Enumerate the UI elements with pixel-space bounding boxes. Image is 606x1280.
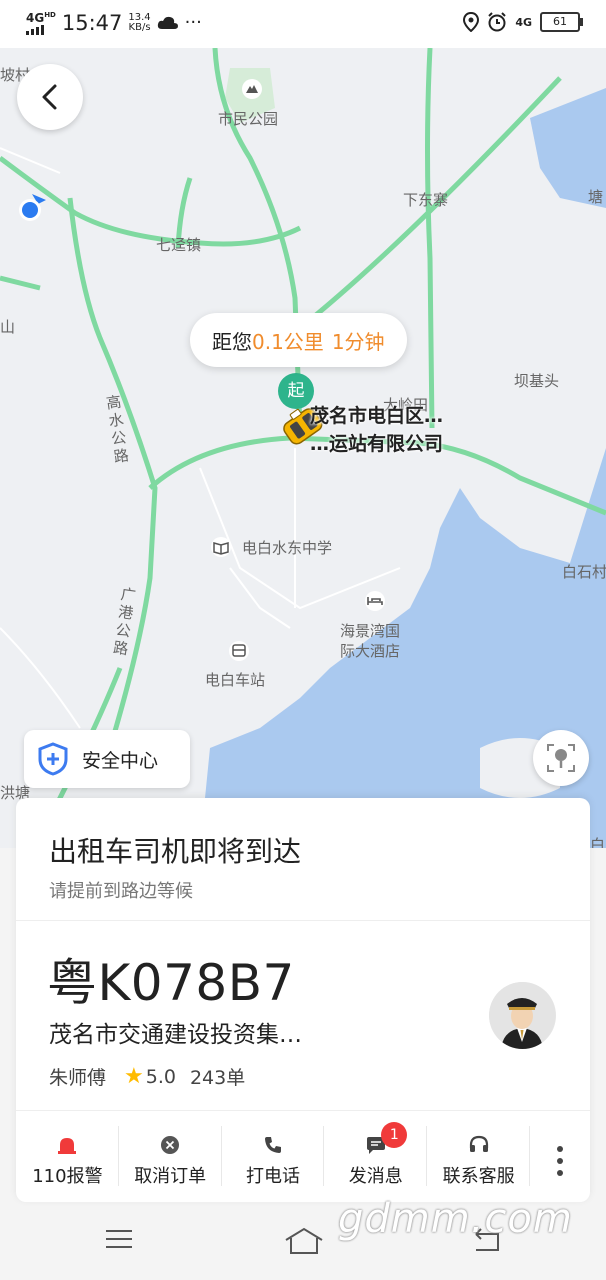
park-icon [242,79,262,99]
customer-service-label: 联系客服 [442,1166,515,1187]
driver-orders: 243单 [189,1067,246,1089]
phone-icon [264,1137,281,1153]
more-vertical-icon [556,1146,563,1176]
cloud-icon [157,16,178,29]
arrival-subtitle: 请提前到路边等候 [49,881,193,902]
map-label-edge-5: 白 [590,836,606,848]
safety-center-label: 安全中心 [82,749,159,772]
speed-value: 13.4 [128,11,151,23]
license-plate: 粤K078B7 [47,954,295,1012]
network-type-right: 4G [515,15,532,29]
more-status-icon: ··· [184,11,202,33]
cancel-order-button[interactable]: 取消订单 [119,1126,222,1196]
watermark: gdmm.com [338,1196,573,1242]
alarm-icon [58,1138,77,1154]
status-bar: 4GHD 15:47 13.4 KB/s ··· 4G 61 [0,0,606,48]
headset-icon [469,1135,488,1152]
driver-name: 朱师傅 [49,1067,107,1089]
map-label-edge-2: 山 [0,318,16,336]
card-divider [16,920,590,921]
eta-distance: 0.1公里 [252,329,324,354]
driver-rating: 5.0 [145,1065,176,1088]
map-label-hotel-2: 际大酒店 [340,642,401,660]
cancel-order-label: 取消订单 [134,1166,207,1187]
locate-pin-icon [547,744,575,772]
map-label-park: 市民公园 [218,110,279,128]
clock: 15:47 [61,10,123,35]
back-button[interactable] [17,64,83,130]
message-button[interactable]: 发消息 1 [324,1122,428,1196]
card-divider-2 [16,1110,590,1111]
map-label-station: 电白车站 [205,671,266,689]
star-icon: ★ [124,1064,144,1089]
map-label-school: 电白水东中学 [242,539,333,557]
bus-station-icon [229,641,249,661]
cancel-icon [161,1136,180,1154]
network-speed: 13.4 KB/s [128,11,151,33]
action-bar: 110报警 取消订单 打电话 发消息 1 联系客服 [16,1122,590,1196]
trip-card: 出租车司机即将到达 请提前到路边等候 粤K078B7 茂名市交通建设投资集… 朱… [16,798,590,1202]
pickup-place-line-2: …运站有限公司 [310,433,444,455]
map-label-edge-4: 塘 [588,188,604,206]
safety-center-button[interactable]: 安全中心 [24,730,190,788]
home-icon[interactable] [283,1226,325,1256]
alarm-110-label: 110报警 [32,1166,103,1187]
driver-avatar-icon [489,982,555,1049]
chevron-left-icon [42,84,57,110]
pickup-place-line-1: 茂名市电白区… [310,405,444,427]
school-icon [211,537,231,557]
message-badge: 1 [381,1122,408,1148]
locate-button[interactable] [533,730,589,786]
menu-icon[interactable] [104,1226,134,1252]
eta-bubble: 距您 0.1公里 1分钟 [190,313,407,367]
call-label: 打电话 [245,1166,300,1187]
taxi-company: 茂名市交通建设投资集… [49,1022,302,1048]
eta-time: 1分钟 [331,329,385,354]
signal-indicator: 4GHD [26,10,56,35]
driver-info: 朱师傅 ★ 5.0 243单 [49,1063,245,1090]
signal-bars-icon [26,25,56,35]
battery-icon: 61 [540,12,583,32]
map-label-hotel-1: 海景湾国 [340,622,401,640]
map-label-baishicun: 白石村 [562,563,606,581]
map-label-bajitou: 坝基头 [514,372,560,390]
current-location-icon [19,194,46,221]
driver-avatar[interactable] [489,982,556,1049]
network-type: 4G [26,11,45,25]
location-icon [463,12,480,32]
eta-prefix: 距您 [212,329,252,354]
customer-service-button[interactable]: 联系客服 [427,1126,530,1196]
alarm-clock-icon [488,12,507,32]
hotel-icon [365,591,385,611]
call-button[interactable]: 打电话 [222,1126,325,1196]
network-sup: HD [44,11,56,19]
map-label-town: 七迳镇 [156,236,202,254]
shield-plus-icon [38,742,68,776]
message-label: 发消息 [348,1166,403,1187]
pickup-place-label: 茂名市电白区… …运站有限公司 [310,402,443,458]
more-options-button[interactable] [530,1126,590,1196]
map-label-village: 下东寨 [403,191,449,209]
arrival-title: 出租车司机即将到达 [49,835,302,868]
speed-unit: KB/s [128,21,151,33]
alarm-110-button[interactable]: 110报警 [16,1126,119,1196]
